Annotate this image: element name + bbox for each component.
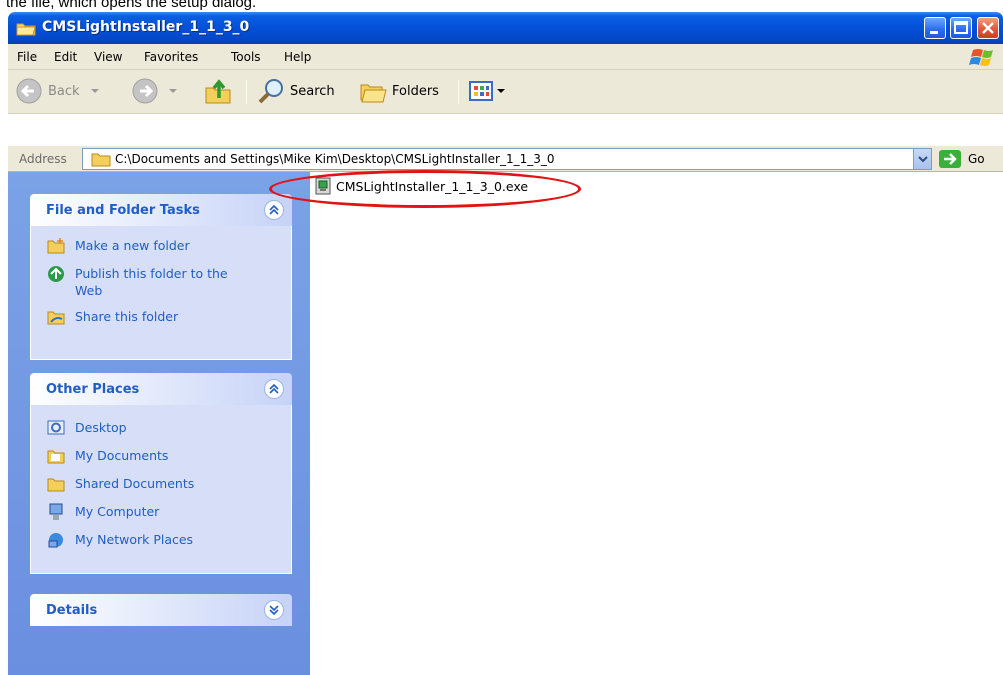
toolbar-separator — [458, 80, 459, 104]
menu-edit[interactable]: Edit — [54, 50, 77, 64]
file-list-area: CMSLightInstaller_1_1_3_0.exe — [310, 172, 1003, 675]
menu-favorites[interactable]: Favorites — [144, 50, 198, 64]
address-path: C:\Documents and Settings\Mike Kim\Deskt… — [115, 152, 555, 166]
forward-button[interactable] — [130, 76, 180, 106]
panel-title: Other Places — [46, 382, 140, 397]
dropdown-arrow-icon — [90, 89, 99, 93]
my-computer-link[interactable]: My Computer — [47, 503, 159, 521]
minimize-button[interactable] — [924, 17, 946, 39]
place-label: Desktop — [75, 420, 127, 435]
shared-documents-link[interactable]: Shared Documents — [47, 475, 194, 493]
folders-icon — [360, 84, 387, 103]
menu-tools[interactable]: Tools — [231, 50, 261, 64]
caption-text: the file, which opens the setup dialog. — [6, 0, 257, 11]
my-documents-link[interactable]: My Documents — [47, 447, 168, 465]
other-places-body: Desktop My Documents Shared Documents My… — [30, 405, 292, 574]
windows-logo-icon — [959, 46, 999, 68]
desktop-icon — [47, 420, 65, 435]
forward-arrow-icon — [132, 78, 158, 104]
address-bar: Address C:\Documents and Settings\Mike K… — [8, 146, 1003, 172]
new-folder-icon — [47, 238, 65, 254]
share-folder-link[interactable]: Share this folder — [47, 308, 178, 326]
place-label: My Computer — [75, 504, 160, 519]
place-label: My Network Places — [75, 532, 194, 547]
minimize-icon — [930, 31, 938, 34]
views-icon — [469, 81, 493, 101]
folder-icon — [16, 23, 36, 36]
panel-title: File and Folder Tasks — [46, 203, 200, 218]
my-network-places-link[interactable]: My Network Places — [47, 531, 193, 549]
globe-icon — [48, 266, 64, 282]
file-folder-tasks-header[interactable]: File and Folder Tasks — [30, 194, 292, 226]
menu-file[interactable]: File — [17, 50, 37, 64]
window-title: CMSLightInstaller_1_1_3_0 — [42, 19, 250, 35]
task-label: Make a new folder — [75, 238, 190, 253]
expand-button[interactable] — [264, 600, 284, 620]
search-label: Search — [290, 83, 335, 99]
maximize-button[interactable] — [950, 17, 972, 39]
my-documents-icon — [47, 450, 65, 464]
title-bar[interactable]: CMSLightInstaller_1_1_3_0 — [8, 12, 1003, 44]
task-label: Share this folder — [75, 309, 179, 324]
computer-icon — [49, 503, 63, 520]
chevron-up-icon — [269, 204, 279, 215]
other-places-header[interactable]: Other Places — [30, 373, 292, 405]
back-button[interactable]: Back — [14, 76, 102, 106]
menu-view[interactable]: View — [94, 50, 122, 64]
collapse-button[interactable] — [264, 200, 284, 220]
desktop-link[interactable]: Desktop — [47, 419, 127, 437]
file-folder-tasks-body: Make a new folder Publish this folder to… — [30, 226, 292, 360]
back-arrow-icon — [16, 78, 42, 104]
menu-bar: File Edit View Favorites Tools Help — [8, 44, 1003, 70]
dropdown-arrow-icon — [497, 89, 505, 93]
address-input[interactable]: C:\Documents and Settings\Mike Kim\Deskt… — [82, 148, 932, 170]
dropdown-arrow-icon — [169, 89, 177, 93]
back-label: Back — [48, 83, 80, 99]
address-dropdown-button[interactable] — [913, 149, 931, 169]
toolbar: Back Search Folders — [8, 70, 1003, 114]
details-header[interactable]: Details — [30, 594, 292, 626]
chevron-up-icon — [269, 383, 279, 394]
folders-label: Folders — [392, 83, 439, 99]
search-button[interactable]: Search — [256, 76, 335, 106]
up-folder-icon — [205, 79, 231, 104]
chevron-down-icon — [269, 605, 279, 616]
make-new-folder-link[interactable]: Make a new folder — [47, 237, 190, 255]
folder-icon — [91, 153, 111, 167]
publish-folder-link[interactable]: Publish this folder to the Web — [47, 265, 257, 299]
collapse-button[interactable] — [264, 379, 284, 399]
explorer-window: CMSLightInstaller_1_1_3_0 File Edit View… — [8, 12, 1003, 675]
go-arrow-icon — [939, 150, 961, 168]
address-label: Address — [19, 152, 67, 166]
up-folder-button[interactable] — [203, 76, 233, 106]
place-label: My Documents — [75, 448, 169, 463]
shared-folder-icon — [47, 478, 65, 492]
views-button[interactable] — [468, 76, 506, 106]
task-label: Publish this folder to the Web — [75, 266, 228, 298]
maximize-icon — [954, 21, 968, 34]
network-places-icon — [48, 533, 63, 548]
go-label: Go — [968, 152, 985, 166]
close-icon — [982, 22, 994, 34]
menu-help[interactable]: Help — [284, 50, 311, 64]
close-button[interactable] — [977, 17, 999, 39]
share-folder-icon — [47, 311, 65, 325]
go-button[interactable]: Go — [938, 149, 985, 169]
annotation-circle — [269, 170, 581, 208]
folders-button[interactable]: Folders — [358, 76, 439, 106]
task-pane: File and Folder Tasks Make a new folder … — [8, 172, 310, 675]
panel-title: Details — [46, 603, 98, 618]
chevron-down-icon — [918, 156, 928, 163]
place-label: Shared Documents — [75, 476, 195, 491]
search-icon — [258, 79, 283, 104]
toolbar-separator — [246, 80, 247, 104]
